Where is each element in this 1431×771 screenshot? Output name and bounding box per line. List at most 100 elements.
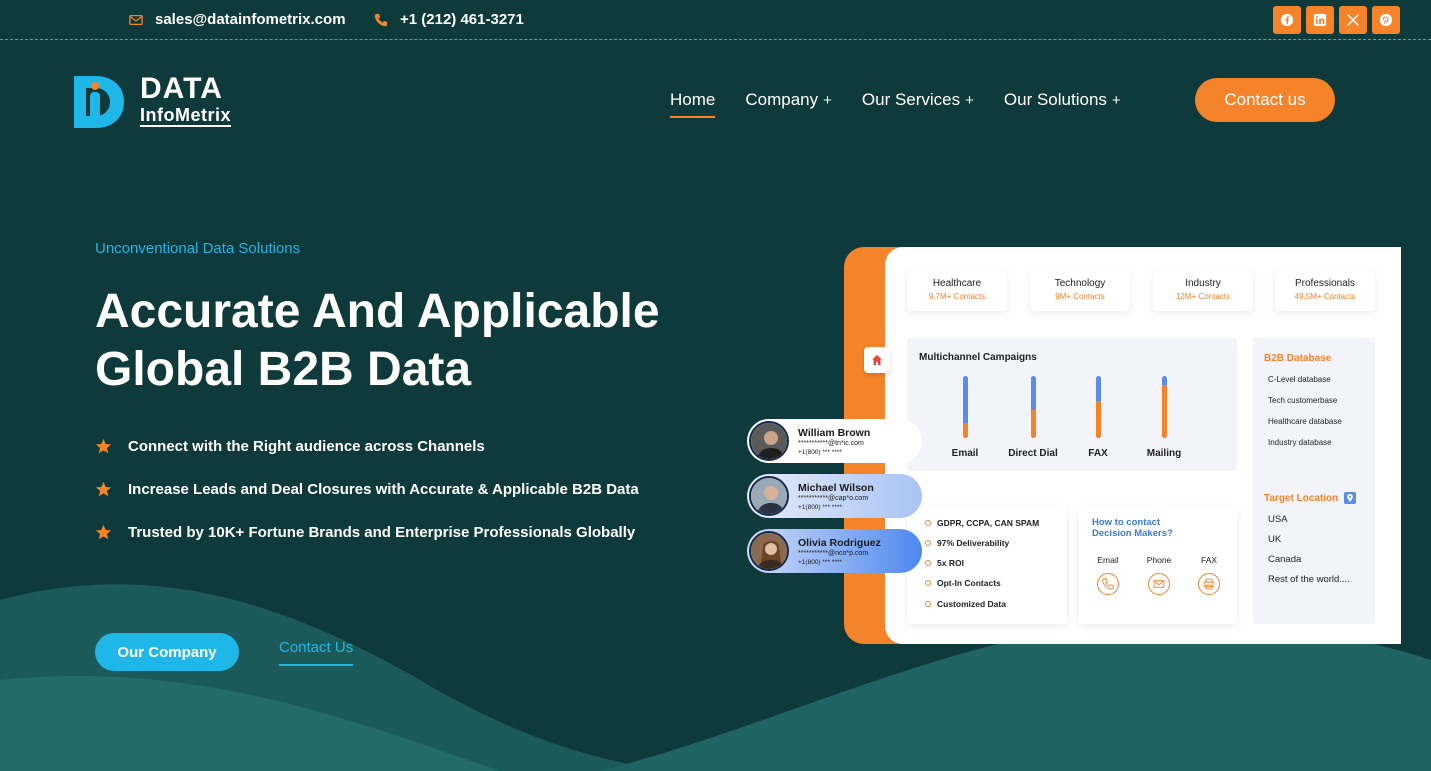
b2b-item: C-Level database bbox=[1268, 375, 1331, 384]
campaign-bar-label: Direct Dial bbox=[1008, 448, 1058, 459]
email-text: sales@datainfometrix.com bbox=[155, 11, 346, 28]
contact-us-link[interactable]: Contact Us bbox=[279, 639, 354, 666]
nav-company[interactable]: Company + bbox=[745, 90, 832, 116]
phone-icon bbox=[374, 13, 388, 26]
avatar bbox=[749, 421, 789, 461]
printer-icon bbox=[1203, 578, 1215, 590]
facebook-link[interactable] bbox=[1273, 6, 1301, 34]
plus-icon: + bbox=[965, 91, 974, 109]
person-phone: +1(800) *** **** bbox=[798, 503, 842, 511]
location-item: USA bbox=[1268, 514, 1288, 525]
feature-text: Opt-In Contacts bbox=[937, 578, 1001, 588]
person-photo-icon bbox=[751, 478, 787, 514]
linkedin-link[interactable] bbox=[1306, 6, 1334, 34]
feature-item: Customized Data bbox=[925, 599, 1006, 609]
person-card: Michael Wilson ***********@cap*o.com +1(… bbox=[747, 474, 922, 518]
campaign-chart: Multichannel Campaigns Email Direct Dial… bbox=[907, 338, 1237, 471]
nav-services-label: Our Services bbox=[861, 90, 961, 109]
feature-item: Opt-In Contacts bbox=[925, 578, 1001, 588]
nav-home[interactable]: Home bbox=[670, 90, 716, 118]
mail-icon bbox=[1153, 580, 1165, 588]
location-item: UK bbox=[1268, 534, 1282, 545]
campaign-bar: Email bbox=[935, 376, 995, 459]
stat-card: Industry 12M+ Contacts bbox=[1153, 271, 1253, 311]
contact-us-button[interactable]: Contact us bbox=[1195, 78, 1335, 122]
campaign-bar-label: Email bbox=[951, 448, 979, 459]
avatar bbox=[749, 476, 789, 516]
stat-title: Professionals bbox=[1294, 278, 1356, 289]
pinterest-link[interactable] bbox=[1372, 6, 1400, 34]
home-chip bbox=[864, 347, 890, 373]
hero-section: Unconventional Data Solutions Accurate A… bbox=[95, 240, 675, 554]
stat-title: Technology bbox=[1054, 278, 1106, 289]
stat-title: Industry bbox=[1185, 278, 1221, 289]
channel-label: Email bbox=[1097, 555, 1119, 565]
target-location-title: Target Location bbox=[1264, 492, 1357, 504]
nav-services[interactable]: Our Services + bbox=[862, 90, 974, 116]
our-company-button[interactable]: Our Company bbox=[95, 633, 239, 671]
x-icon bbox=[1347, 14, 1359, 26]
stat-sub: 49.5M+ Contacts bbox=[1294, 292, 1356, 301]
star-icon bbox=[95, 481, 112, 497]
phone-icon bbox=[1102, 578, 1114, 590]
plus-icon: + bbox=[1111, 91, 1121, 109]
stat-card: Technology 9M+ Contacts bbox=[1030, 271, 1130, 311]
nav-solutions[interactable]: Our Solutions + bbox=[1004, 90, 1121, 116]
person-phone: +1(800) *** **** bbox=[798, 558, 842, 566]
nav-solutions-label: Our Solutions bbox=[1003, 90, 1107, 109]
email-contact[interactable]: sales@datainfometrix.com bbox=[129, 11, 346, 28]
channel-email: Email bbox=[1088, 555, 1128, 595]
star-icon bbox=[95, 438, 112, 454]
stat-title: Healthcare bbox=[932, 278, 982, 289]
stat-card: Professionals 49.5M+ Contacts bbox=[1275, 271, 1375, 311]
bullet-dot-icon bbox=[925, 601, 931, 607]
location-item: Rest of the world.... bbox=[1268, 574, 1350, 585]
bullet-item: Trusted by 10K+ Fortune Brands and Enter… bbox=[95, 511, 675, 554]
how-to-title: How to contact Decision Makers? bbox=[1092, 517, 1173, 539]
mail-icon bbox=[129, 14, 143, 25]
dashboard-panel: Healthcare 9.7M+ Contacts Technology 9M+… bbox=[885, 247, 1401, 644]
how-to-contact-card: How to contact Decision Makers? Email Ph… bbox=[1079, 507, 1237, 624]
b2b-item: Industry database bbox=[1268, 438, 1332, 447]
star-icon bbox=[95, 524, 112, 540]
person-card: William Brown ***********@tn*ic.com +1(8… bbox=[747, 419, 922, 463]
campaign-bar: Mailing bbox=[1134, 376, 1194, 459]
b2b-title: B2B Database bbox=[1264, 353, 1332, 364]
stat-sub: 9.7M+ Contacts bbox=[928, 292, 986, 301]
bullet-item: Increase Leads and Deal Closures with Ac… bbox=[95, 468, 675, 511]
bullet-text: Increase Leads and Deal Closures with Ac… bbox=[128, 481, 639, 498]
b2b-database-panel: B2B Database C-Level database Tech custo… bbox=[1253, 338, 1375, 624]
x-link[interactable] bbox=[1339, 6, 1367, 34]
person-email: ***********@cap*o.com bbox=[798, 494, 869, 502]
person-name: William Brown bbox=[798, 426, 871, 439]
bullet-dot-icon bbox=[925, 540, 931, 546]
bullet-dot-icon bbox=[925, 560, 931, 566]
person-phone: +1(800) *** **** bbox=[798, 448, 842, 456]
person-name: Michael Wilson bbox=[798, 481, 874, 494]
campaign-title: Multichannel Campaigns bbox=[919, 352, 1037, 363]
channel-phone: Phone bbox=[1139, 555, 1179, 595]
person-email: ***********@tn*ic.com bbox=[798, 439, 864, 447]
hero-eyebrow: Unconventional Data Solutions bbox=[95, 240, 301, 257]
site-logo[interactable]: DATA InfoMetrix bbox=[72, 72, 272, 132]
home-icon bbox=[872, 355, 882, 365]
features-card: GDPR, CCPA, CAN SPAM 97% Deliverability … bbox=[907, 507, 1067, 624]
logo-line2: InfoMetrix bbox=[140, 105, 232, 127]
b2b-item: Tech customerbase bbox=[1268, 396, 1338, 405]
target-location-label: Target Location bbox=[1264, 492, 1339, 504]
feature-item: GDPR, CCPA, CAN SPAM bbox=[925, 518, 1039, 528]
bullet-dot-icon bbox=[925, 520, 931, 526]
bullet-text: Connect with the Right audience across C… bbox=[128, 438, 485, 455]
person-email: ***********@nco*p.com bbox=[798, 549, 869, 557]
campaign-bar-label: FAX bbox=[1088, 448, 1108, 459]
bullet-text: Trusted by 10K+ Fortune Brands and Enter… bbox=[128, 524, 636, 541]
top-bar: sales@datainfometrix.com +1 (212) 461-32… bbox=[0, 0, 1431, 40]
feature-text: Customized Data bbox=[937, 599, 1006, 609]
phone-text: +1 (212) 461-3271 bbox=[400, 11, 524, 28]
feature-text: 5x ROI bbox=[937, 558, 964, 568]
feature-text: GDPR, CCPA, CAN SPAM bbox=[937, 518, 1040, 528]
phone-contact[interactable]: +1 (212) 461-3271 bbox=[374, 11, 524, 28]
social-links bbox=[1273, 6, 1400, 34]
feature-item: 97% Deliverability bbox=[925, 538, 1009, 548]
pinterest-icon bbox=[1379, 13, 1393, 27]
